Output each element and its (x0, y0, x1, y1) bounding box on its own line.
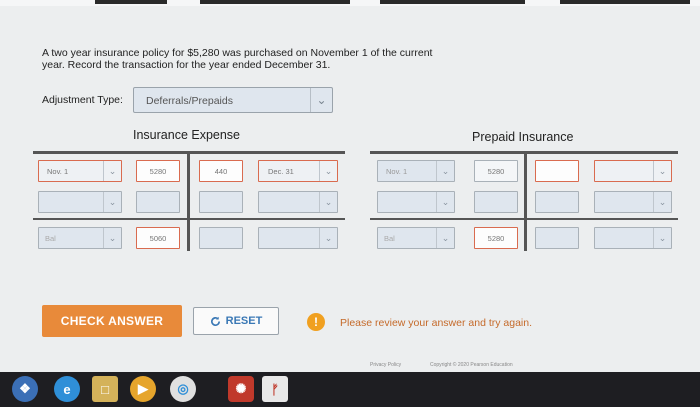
adjustment-type-value: Deferrals/Prepaids (146, 95, 233, 107)
pi-debit-date-select-2[interactable]: ⌄ (377, 191, 455, 213)
chevron-down-icon: ⌄ (103, 161, 121, 181)
top-strip-segment (200, 0, 350, 4)
chevron-down-icon: ⌄ (653, 192, 671, 212)
pi-debit-date-select[interactable]: Nov. 1 ⌄ (377, 160, 455, 182)
adjustment-type-select[interactable]: Deferrals/Prepaids ⌄ (133, 87, 333, 113)
chevron-down-icon: ⌄ (653, 228, 671, 248)
adjustment-type-label: Adjustment Type: (42, 94, 123, 106)
acrobat-icon[interactable]: ᚠ (262, 376, 288, 402)
ie-credit-date-value: Dec. 31 (268, 167, 294, 176)
ie-balance-credit-date-select[interactable]: ⌄ (258, 227, 338, 249)
taskbar: ❖ e □ ▶ ◎ ✺ ᚠ (0, 372, 700, 407)
ie-debit-date-select-2[interactable]: ⌄ (38, 191, 122, 213)
chevron-down-icon: ⌄ (319, 228, 337, 248)
pi-balance-amount-input[interactable]: 5280 (474, 227, 518, 249)
chevron-down-icon: ⌄ (103, 228, 121, 248)
paint-icon[interactable]: ✺ (228, 376, 254, 402)
privacy-policy-link[interactable]: Privacy Policy (370, 362, 401, 368)
ie-credit-amount-input-2[interactable] (199, 191, 243, 213)
warning-icon: ! (307, 313, 325, 331)
ie-credit-amount-value: 440 (214, 167, 228, 176)
pi-debit-date-value: Nov. 1 (386, 167, 408, 176)
insurance-expense-title: Insurance Expense (133, 128, 241, 142)
media-player-icon[interactable]: ▶ (130, 376, 156, 402)
copyright-text: Copyright © 2020 Pearson Education (430, 362, 513, 368)
chrome-icon[interactable]: ◎ (170, 376, 196, 402)
windows-start-icon[interactable]: ❖ (12, 376, 38, 402)
ie-debit-amount-input-2[interactable] (136, 191, 180, 213)
ie-debit-date-value: Nov. 1 (47, 167, 69, 176)
ie-debit-date-select[interactable]: Nov. 1 ⌄ (38, 160, 122, 182)
check-answer-button[interactable]: CHECK ANSWER (42, 305, 182, 337)
top-strip-segment (560, 0, 690, 4)
ie-balance-amount-value: 5060 (149, 234, 167, 243)
ie-debit-amount-value: 5280 (149, 167, 167, 176)
t-account-total-rule (33, 218, 345, 220)
feedback-message: Please review your answer and try again. (340, 317, 533, 329)
chevron-down-icon: ⌄ (653, 161, 671, 181)
chevron-down-icon: ⌄ (436, 192, 454, 212)
ie-credit-date-select-2[interactable]: ⌄ (258, 191, 338, 213)
chevron-down-icon: ⌄ (319, 161, 337, 181)
pi-balance-date-select[interactable]: Bal ⌄ (377, 227, 455, 249)
ie-balance-date-select[interactable]: Bal ⌄ (38, 227, 122, 249)
pi-balance-date-value: Bal (384, 234, 395, 243)
t-account-total-rule (370, 218, 678, 220)
ie-debit-amount-input[interactable]: 5280 (136, 160, 180, 182)
ie-credit-amount-input[interactable]: 440 (199, 160, 243, 182)
ie-balance-credit-input[interactable] (199, 227, 243, 249)
file-explorer-icon[interactable]: □ (92, 376, 118, 402)
pi-balance-amount-value: 5280 (487, 234, 505, 243)
internet-explorer-icon[interactable]: e (54, 376, 80, 402)
ie-balance-amount-input[interactable]: 5060 (136, 227, 180, 249)
pi-debit-amount-input-2[interactable] (474, 191, 518, 213)
pi-balance-credit-input[interactable] (535, 227, 579, 249)
top-strip-segment (95, 0, 167, 4)
pi-credit-date-select[interactable]: ⌄ (594, 160, 672, 182)
ie-credit-date-select[interactable]: Dec. 31 ⌄ (258, 160, 338, 182)
refresh-icon (210, 316, 220, 326)
reset-label: RESET (225, 315, 263, 327)
pi-balance-credit-date-select[interactable]: ⌄ (594, 227, 672, 249)
prepaid-insurance-title: Prepaid Insurance (472, 130, 574, 144)
chevron-down-icon: ⌄ (319, 192, 337, 212)
pi-debit-amount-value: 5280 (487, 167, 505, 176)
t-account-divider (187, 151, 190, 251)
reset-button[interactable]: RESET (193, 307, 279, 335)
chevron-down-icon: ⌄ (103, 192, 121, 212)
chevron-down-icon: ⌄ (310, 88, 332, 112)
pi-credit-amount-input-2[interactable] (535, 191, 579, 213)
chevron-down-icon: ⌄ (436, 228, 454, 248)
pi-credit-date-select-2[interactable]: ⌄ (594, 191, 672, 213)
ie-balance-date-value: Bal (45, 234, 56, 243)
pi-debit-amount-input[interactable]: 5280 (474, 160, 518, 182)
question-text: A two year insurance policy for $5,280 w… (42, 47, 433, 71)
top-strip-segment (380, 0, 525, 4)
chevron-down-icon: ⌄ (436, 161, 454, 181)
t-account-divider (524, 151, 527, 251)
pi-credit-amount-input[interactable] (535, 160, 579, 182)
